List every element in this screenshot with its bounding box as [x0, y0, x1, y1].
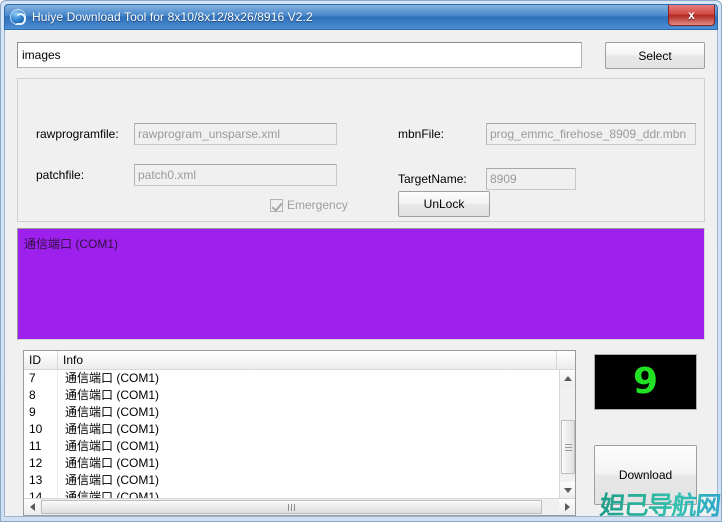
client-area: images Select rawprogramfile: rawprogram… — [4, 30, 718, 517]
table-row[interactable]: 10 通信端口 (COM1) — [24, 421, 559, 438]
window-title: Huiye Download Tool for 8x10/8x12/8x26/8… — [32, 10, 313, 24]
image-path-input[interactable]: images — [17, 42, 582, 68]
cell-info: 通信端口 (COM1) — [65, 371, 159, 385]
scroll-left-arrow-icon[interactable] — [24, 499, 40, 515]
cell-id: 8 — [24, 387, 58, 404]
cell-info: 通信端口 (COM1) — [65, 422, 159, 436]
grip-icon — [564, 442, 572, 453]
cell-id: 7 — [24, 370, 58, 387]
cell-id: 10 — [24, 421, 58, 438]
unlock-button[interactable]: UnLock — [398, 191, 490, 217]
vertical-scrollbar[interactable] — [559, 370, 575, 498]
cell-info: 通信端口 (COM1) — [65, 456, 159, 470]
cell-info: 通信端口 (COM1) — [65, 490, 159, 498]
scroll-right-arrow-icon[interactable] — [559, 499, 575, 515]
port-status-panel[interactable]: 通信端口 (COM1) — [17, 228, 705, 340]
cell-info: 通信端口 (COM1) — [65, 473, 159, 487]
close-button[interactable]: x — [668, 5, 715, 26]
mbnfile-input[interactable]: prog_emmc_firehose_8909_ddr.mbn — [486, 123, 696, 145]
rawprogramfile-label: rawprogramfile: — [36, 127, 119, 141]
cell-info: 通信端口 (COM1) — [65, 439, 159, 453]
emergency-label: Emergency — [287, 198, 348, 212]
vertical-scrollbar-thumb[interactable] — [561, 420, 575, 474]
mbnfile-label: mbnFile: — [398, 127, 445, 141]
table-row[interactable]: 12 通信端口 (COM1) — [24, 455, 559, 472]
cell-info: 通信端口 (COM1) — [65, 405, 159, 419]
application-window: Huiye Download Tool for 8x10/8x12/8x26/8… — [0, 0, 722, 522]
file-settings-group: rawprogramfile: rawprogram_unsparse.xml … — [17, 78, 705, 222]
scroll-down-arrow-icon[interactable] — [560, 482, 575, 498]
table-row[interactable]: 9 通信端口 (COM1) — [24, 404, 559, 421]
path-row: images Select — [17, 42, 705, 69]
cell-id: 9 — [24, 404, 58, 421]
cell-id: 14 — [24, 489, 58, 498]
close-icon: x — [688, 8, 695, 22]
table-row[interactable]: 8 通信端口 (COM1) — [24, 387, 559, 404]
cell-id: 13 — [24, 472, 58, 489]
table-row[interactable]: 14 通信端口 (COM1) — [24, 489, 559, 498]
table-row[interactable]: 11 通信端口 (COM1) — [24, 438, 559, 455]
app-swirl-icon — [10, 9, 26, 25]
cell-id: 11 — [24, 438, 58, 455]
emergency-checkbox-row[interactable]: Emergency — [270, 198, 348, 212]
select-button[interactable]: Select — [605, 42, 705, 69]
log-list-body: 7 通信端口 (COM1) 8 通信端口 (COM1) 9 通信端口 (COM1) 10 通信… — [24, 370, 559, 498]
log-list-header: ID Info — [24, 351, 575, 370]
table-row[interactable]: 13 通信端口 (COM1) — [24, 472, 559, 489]
watermark: 妲己导航网 — [598, 486, 722, 522]
patchfile-label: patchfile: — [36, 168, 85, 182]
patchfile-input[interactable]: patch0.xml — [134, 164, 337, 186]
column-header-info[interactable]: Info — [58, 351, 557, 369]
checkmark-icon[interactable] — [270, 198, 283, 212]
title-bar[interactable]: Huiye Download Tool for 8x10/8x12/8x26/8… — [4, 4, 718, 30]
targetname-label: TargetName: — [398, 172, 467, 186]
targetname-input[interactable]: 8909 — [486, 168, 576, 190]
scroll-up-arrow-icon[interactable] — [560, 370, 575, 386]
cell-id: 12 — [24, 455, 58, 472]
horizontal-scrollbar-thumb[interactable] — [41, 500, 542, 514]
counter-display: 9 — [594, 354, 697, 410]
port-status-text: 通信端口 (COM1) — [24, 237, 118, 251]
table-row[interactable]: 7 通信端口 (COM1) — [24, 370, 559, 387]
log-list-view: ID Info 7 通信端口 (COM1) 8 通信端口 (COM1) 9 通信端口 (C… — [23, 350, 576, 516]
column-header-id[interactable]: ID — [24, 351, 58, 369]
rawprogramfile-input[interactable]: rawprogram_unsparse.xml — [134, 123, 337, 145]
cell-info: 通信端口 (COM1) — [65, 388, 159, 402]
grip-icon — [288, 503, 295, 511]
counter-value: 9 — [632, 361, 659, 402]
horizontal-scrollbar[interactable] — [24, 498, 575, 515]
